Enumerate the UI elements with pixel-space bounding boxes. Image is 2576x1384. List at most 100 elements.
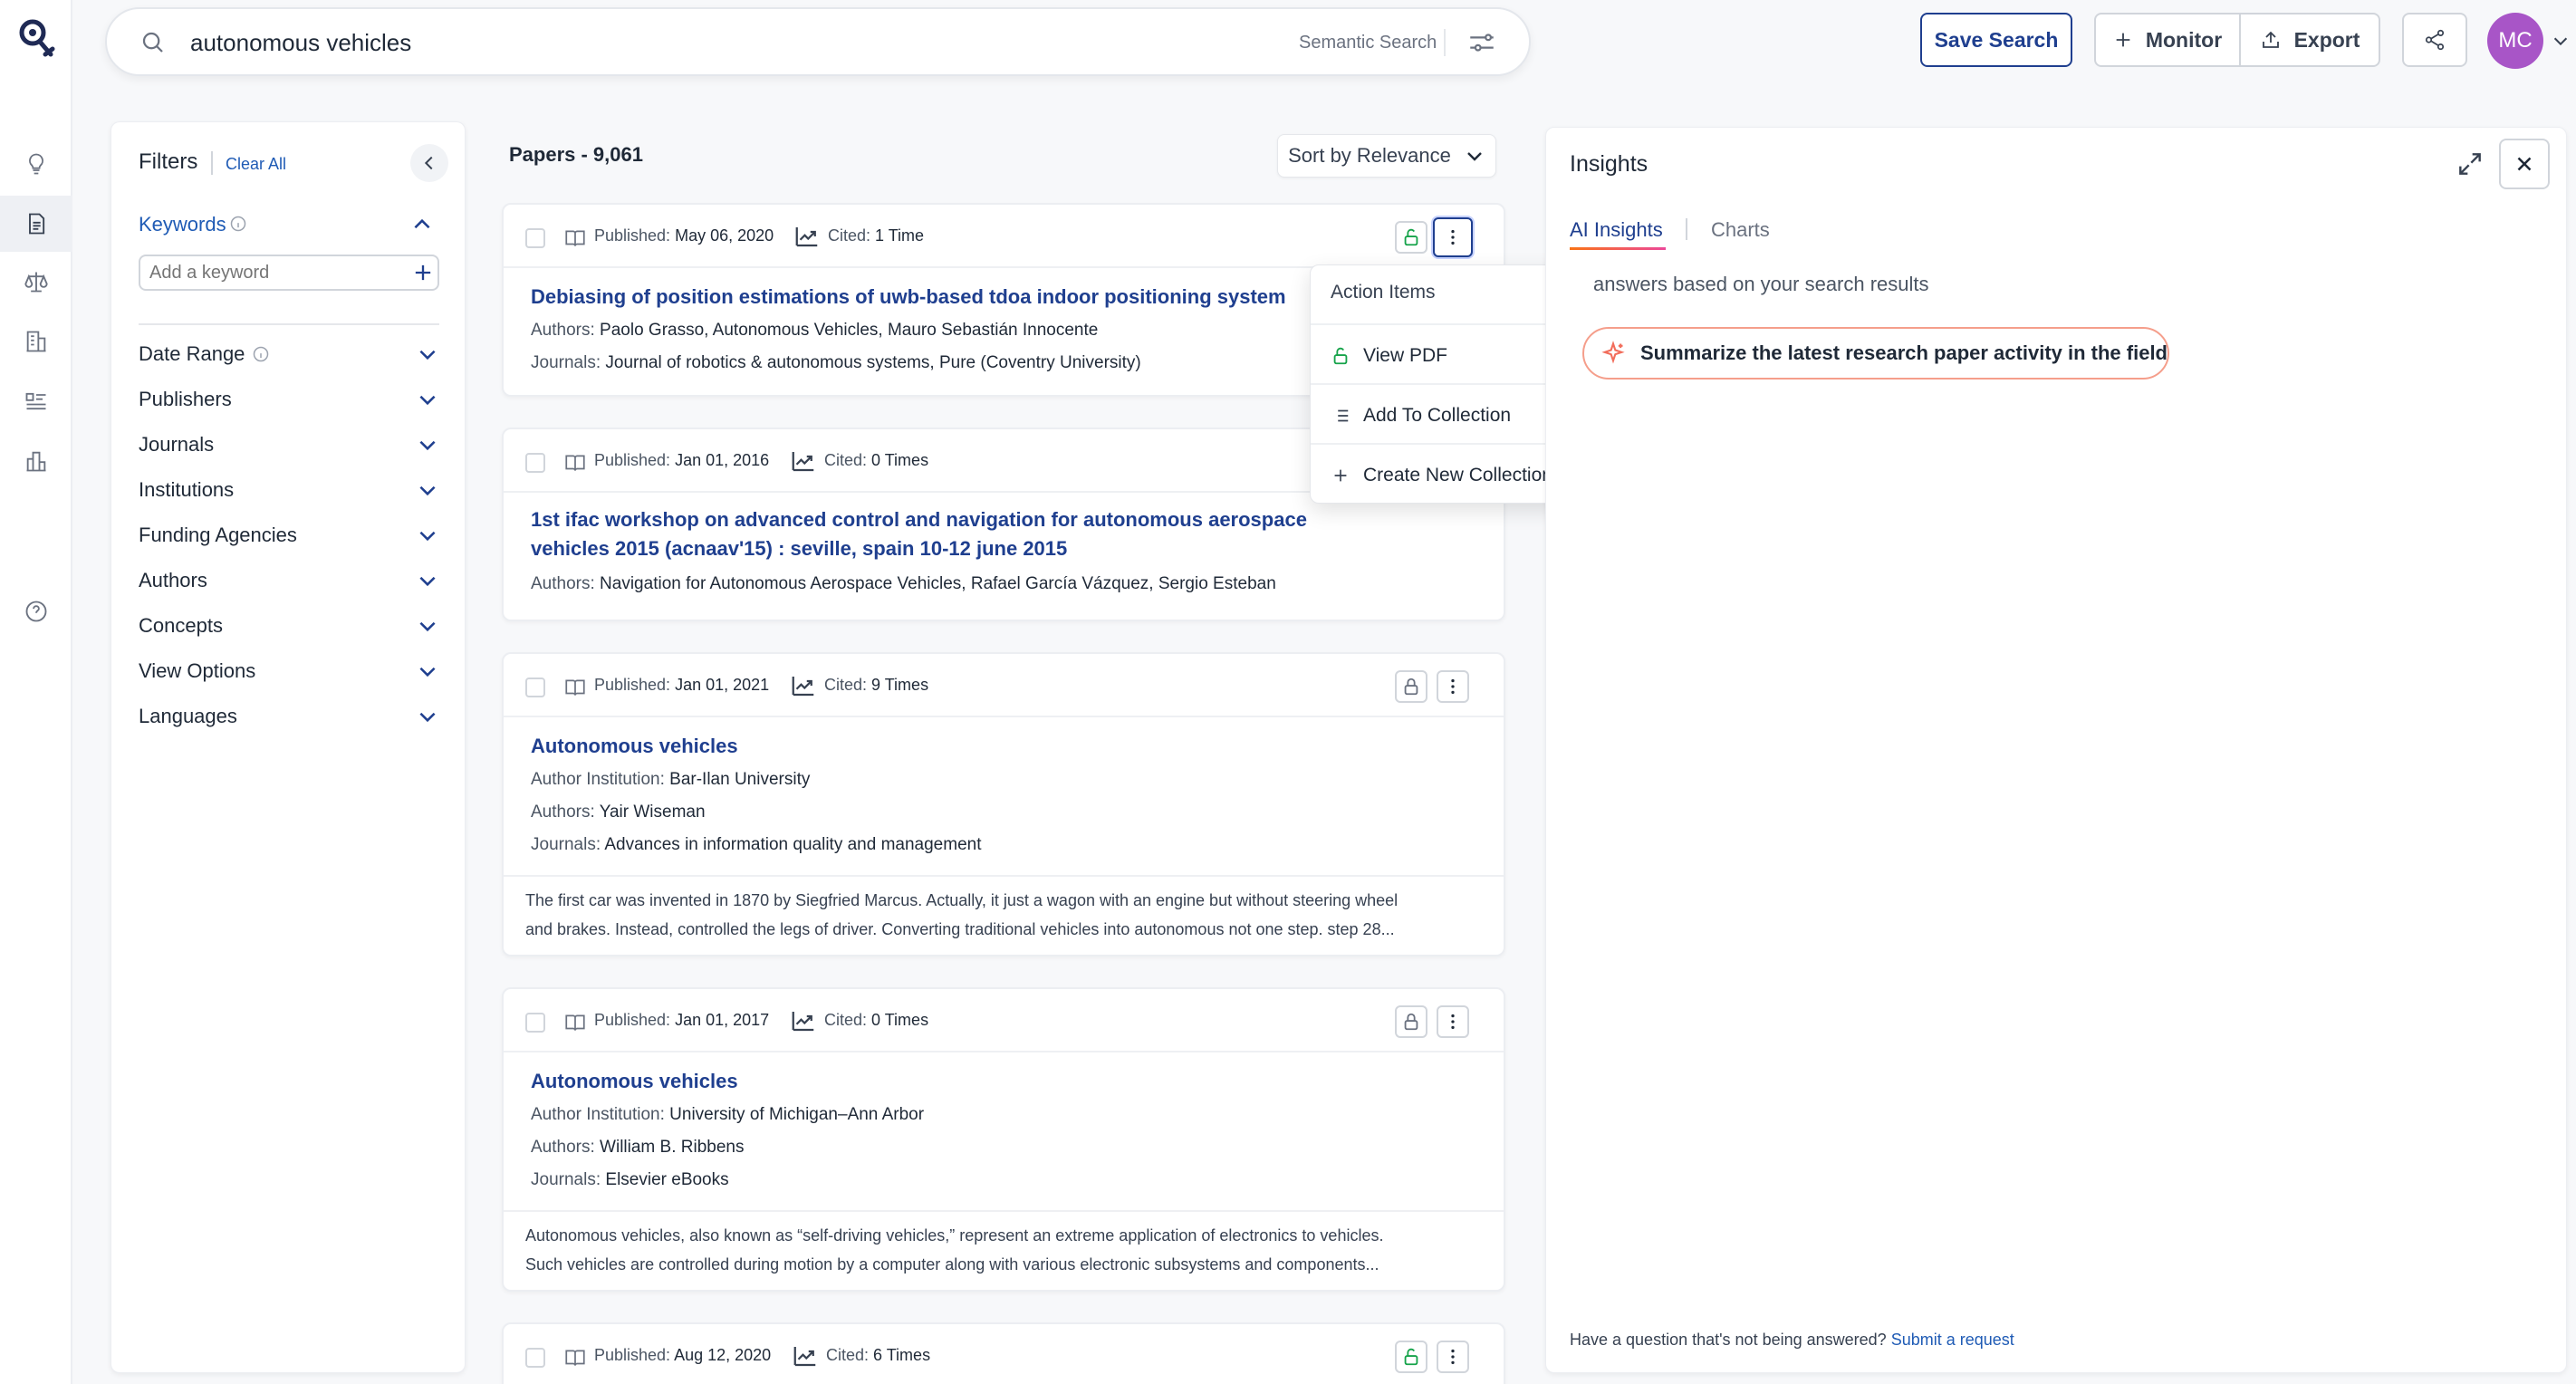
published-date: Published: Aug 12, 2020 [594, 1346, 772, 1364]
paper-title-line: vehicles 2015 (acnaav'15) : seville, spa… [531, 537, 1068, 560]
rail-lists-item[interactable] [0, 373, 72, 429]
paper-abstract: The first car was invented in 1870 by Si… [525, 886, 1485, 944]
more-actions-button[interactable] [1433, 217, 1473, 257]
papers-count: Papers - 9,061 [509, 143, 643, 166]
rail-help-item[interactable] [0, 583, 72, 639]
upload-icon [2262, 31, 2279, 48]
book-open-icon [565, 679, 585, 696]
chevron-up-icon[interactable] [410, 213, 434, 236]
rail-legal-item[interactable] [0, 254, 72, 310]
paper-abstract: Autonomous vehicles, also known as “self… [525, 1221, 1485, 1279]
view-pdf-menu-item[interactable]: View PDF [1331, 338, 1447, 374]
filter-label: Languages [139, 705, 237, 727]
paper-title-line: 1st ifac workshop on advanced control an… [531, 508, 1307, 531]
search-bar[interactable]: autonomous vehicles Semantic Search [105, 7, 1531, 76]
filter-label: Institutions [139, 478, 235, 501]
abstract-divider [504, 875, 1504, 877]
select-checkbox[interactable] [525, 228, 545, 248]
filters-title-divider [211, 151, 213, 175]
cited-count: Cited: 0 Times [824, 451, 929, 469]
open-access-button[interactable] [1395, 1341, 1427, 1373]
clear-all-link[interactable]: Clear All [226, 155, 286, 174]
lock-icon [1404, 1013, 1418, 1031]
save-search-button[interactable]: Save Search [1920, 13, 2072, 67]
cited-count: Cited: 1 Time [828, 226, 925, 245]
chevron-down-icon[interactable] [2551, 31, 2571, 51]
plus-icon[interactable] [410, 260, 436, 285]
avatar[interactable]: MC [2487, 13, 2543, 69]
menu-item-label: View PDF [1363, 345, 1447, 366]
search-input[interactable]: autonomous vehicles [190, 29, 411, 57]
more-actions-button[interactable] [1437, 670, 1469, 703]
select-checkbox[interactable] [525, 678, 545, 697]
paper-title-link[interactable]: Autonomous vehicles [531, 1067, 738, 1096]
filter-journals[interactable]: Journals [139, 427, 439, 463]
paper-journals: Journals: Journal of robotics & autonomo… [531, 353, 1141, 372]
rail-papers-item[interactable] [0, 196, 72, 252]
paper-card-header: Published: Jan 01, 2017 Cited: 0 Times [504, 989, 1504, 1052]
collapse-filters-button[interactable] [410, 144, 448, 182]
abstract-line: The first car was invented in 1870 by Si… [525, 891, 1399, 909]
rail-insights-item[interactable] [0, 136, 72, 192]
paper-authors: Authors: Paolo Grasso, Autonomous Vehicl… [531, 321, 1099, 340]
menu-item-label: Create New Collection [1363, 465, 1552, 485]
more-vertical-icon [1451, 1349, 1455, 1365]
export-label: Export [2293, 27, 2360, 52]
select-checkbox[interactable] [525, 453, 545, 473]
add-to-collection-menu-item[interactable]: Add To Collection [1331, 398, 1511, 434]
monitor-export-group: Monitor Export [2094, 13, 2380, 67]
published-date: Published: Jan 01, 2016 [594, 451, 770, 469]
select-checkbox[interactable] [525, 1348, 545, 1368]
access-button[interactable] [1395, 670, 1427, 703]
export-button[interactable]: Export [2241, 14, 2379, 65]
more-vertical-icon [1451, 1014, 1455, 1030]
suggested-prompt-button[interactable]: Summarize the latest research paper acti… [1582, 327, 2169, 380]
paper-title-link[interactable]: Debiasing of position estimations of uwb… [531, 283, 1286, 312]
filter-label: Journals [139, 433, 215, 456]
filter-institutions[interactable]: Institutions [139, 472, 439, 508]
filter-view-options[interactable]: View Options [139, 653, 439, 689]
unlock-icon [1404, 228, 1418, 246]
rail-organizations-item[interactable] [0, 313, 72, 370]
published-date: Published: Jan 01, 2021 [594, 676, 770, 694]
filter-authors[interactable]: Authors [139, 562, 439, 599]
paper-title-link[interactable]: 1st ifac workshop on advanced control an… [531, 505, 1307, 563]
share-button[interactable] [2402, 13, 2467, 67]
paper-authors: Authors: Yair Wiseman [531, 803, 706, 822]
insights-description: answers based on your search results [1593, 273, 1929, 295]
share-icon [2425, 29, 2445, 51]
keywords-filter-label[interactable]: Keywords [139, 213, 226, 236]
paper-authors: Authors: William B. Ribbens [531, 1138, 745, 1157]
sort-dropdown[interactable]: Sort by Relevance [1277, 134, 1496, 178]
bar-chart-icon [26, 451, 46, 472]
rail-analytics-item[interactable] [0, 433, 72, 489]
sliders-icon[interactable] [1466, 27, 1498, 58]
semantic-search-label[interactable]: Semantic Search [1299, 33, 1437, 53]
submit-request-link[interactable]: Submit a request [1891, 1331, 2014, 1349]
paper-title-link[interactable]: Autonomous vehicles [531, 732, 738, 761]
filter-funding-agencies[interactable]: Funding Agencies [139, 517, 439, 553]
chevron-down-icon [1467, 152, 1482, 161]
open-access-button[interactable] [1395, 221, 1427, 254]
filter-date-range[interactable]: Date Range [139, 336, 439, 372]
more-actions-button[interactable] [1437, 1005, 1469, 1038]
paper-card: Published: Aug 12, 2020 Cited: 6 Times [502, 1322, 1505, 1384]
filter-concepts[interactable]: Concepts [139, 608, 439, 644]
access-button[interactable] [1395, 1005, 1427, 1038]
filter-languages[interactable]: Languages [139, 698, 439, 735]
sparkle-icon [1601, 341, 1625, 364]
chevron-down-icon [419, 576, 436, 587]
tab-ai-insights[interactable]: AI Insights [1570, 218, 1663, 242]
paper-card-header: Published: Jan 01, 2021 Cited: 9 Times [504, 654, 1504, 717]
more-vertical-icon [1451, 229, 1455, 245]
tab-charts[interactable]: Charts [1711, 218, 1770, 242]
monitor-button[interactable]: Monitor [2096, 14, 2241, 65]
search-logo-icon[interactable] [13, 16, 60, 63]
expand-icon[interactable] [2456, 149, 2485, 178]
more-actions-button[interactable] [1437, 1341, 1469, 1373]
create-new-collection-menu-item[interactable]: Create New Collection [1331, 457, 1552, 494]
filter-publishers[interactable]: Publishers [139, 381, 439, 418]
select-checkbox[interactable] [525, 1013, 545, 1033]
close-insights-button[interactable] [2499, 139, 2550, 189]
keyword-input[interactable] [139, 255, 439, 291]
